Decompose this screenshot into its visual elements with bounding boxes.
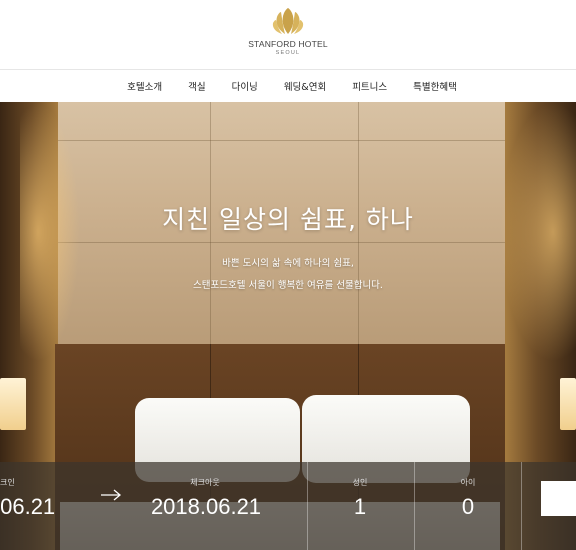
lamp-right bbox=[560, 378, 576, 430]
nav-item-wedding[interactable]: 웨딩&연회 bbox=[271, 79, 339, 93]
adults-label: 성인 bbox=[352, 478, 368, 487]
checkout-label: 체크아웃 bbox=[190, 478, 220, 487]
checkin-date[interactable]: .06.21 bbox=[0, 494, 74, 520]
hotel-logo[interactable]: STANFORD HOTEL SEOUL bbox=[238, 6, 338, 62]
crown-logo-icon bbox=[272, 8, 304, 34]
booking-divider bbox=[414, 462, 415, 550]
nav-item-fitness[interactable]: 피트니스 bbox=[339, 79, 400, 93]
nav-item-about[interactable]: 호텔소개 bbox=[114, 79, 175, 93]
nav-item-rooms[interactable]: 객실 bbox=[175, 79, 218, 93]
wall-panel-line bbox=[55, 242, 505, 243]
wall-panel-line bbox=[55, 140, 505, 141]
booking-divider bbox=[307, 462, 308, 550]
booking-bar: 크인 .06.21 체크아웃 2018.06.21 성인 1 아이 0 bbox=[0, 462, 576, 550]
hero-subtitle-line1: 바쁜 도시의 삶 속에 하나의 쉼표, bbox=[222, 258, 354, 269]
nav-item-dining[interactable]: 다이닝 bbox=[219, 79, 271, 93]
checkin-label: 크인 bbox=[0, 478, 15, 487]
reservation-button[interactable] bbox=[541, 481, 576, 516]
checkout-date[interactable]: 2018.06.21 bbox=[140, 494, 272, 520]
children-label: 아이 bbox=[460, 478, 476, 487]
hero-title: 지친 일상의 쉼표, 하나 bbox=[162, 205, 414, 234]
arrow-right-icon bbox=[101, 489, 122, 501]
booking-divider bbox=[521, 462, 522, 550]
adults-count[interactable]: 1 bbox=[330, 494, 390, 520]
main-nav: 호텔소개 객실 다이닝 웨딩&연회 피트니스 특별한혜택 bbox=[0, 70, 576, 102]
lamp-left bbox=[0, 378, 26, 430]
children-count[interactable]: 0 bbox=[438, 494, 498, 520]
logo-name: STANFORD HOTEL bbox=[248, 39, 328, 49]
hero-subtitle-line2: 스탠포드호텔 서울이 행복한 여유를 선물합니다. bbox=[193, 280, 383, 291]
site-header: STANFORD HOTEL SEOUL bbox=[0, 0, 576, 70]
logo-city: SEOUL bbox=[275, 50, 301, 56]
nav-item-offers[interactable]: 특별한혜택 bbox=[400, 79, 470, 93]
